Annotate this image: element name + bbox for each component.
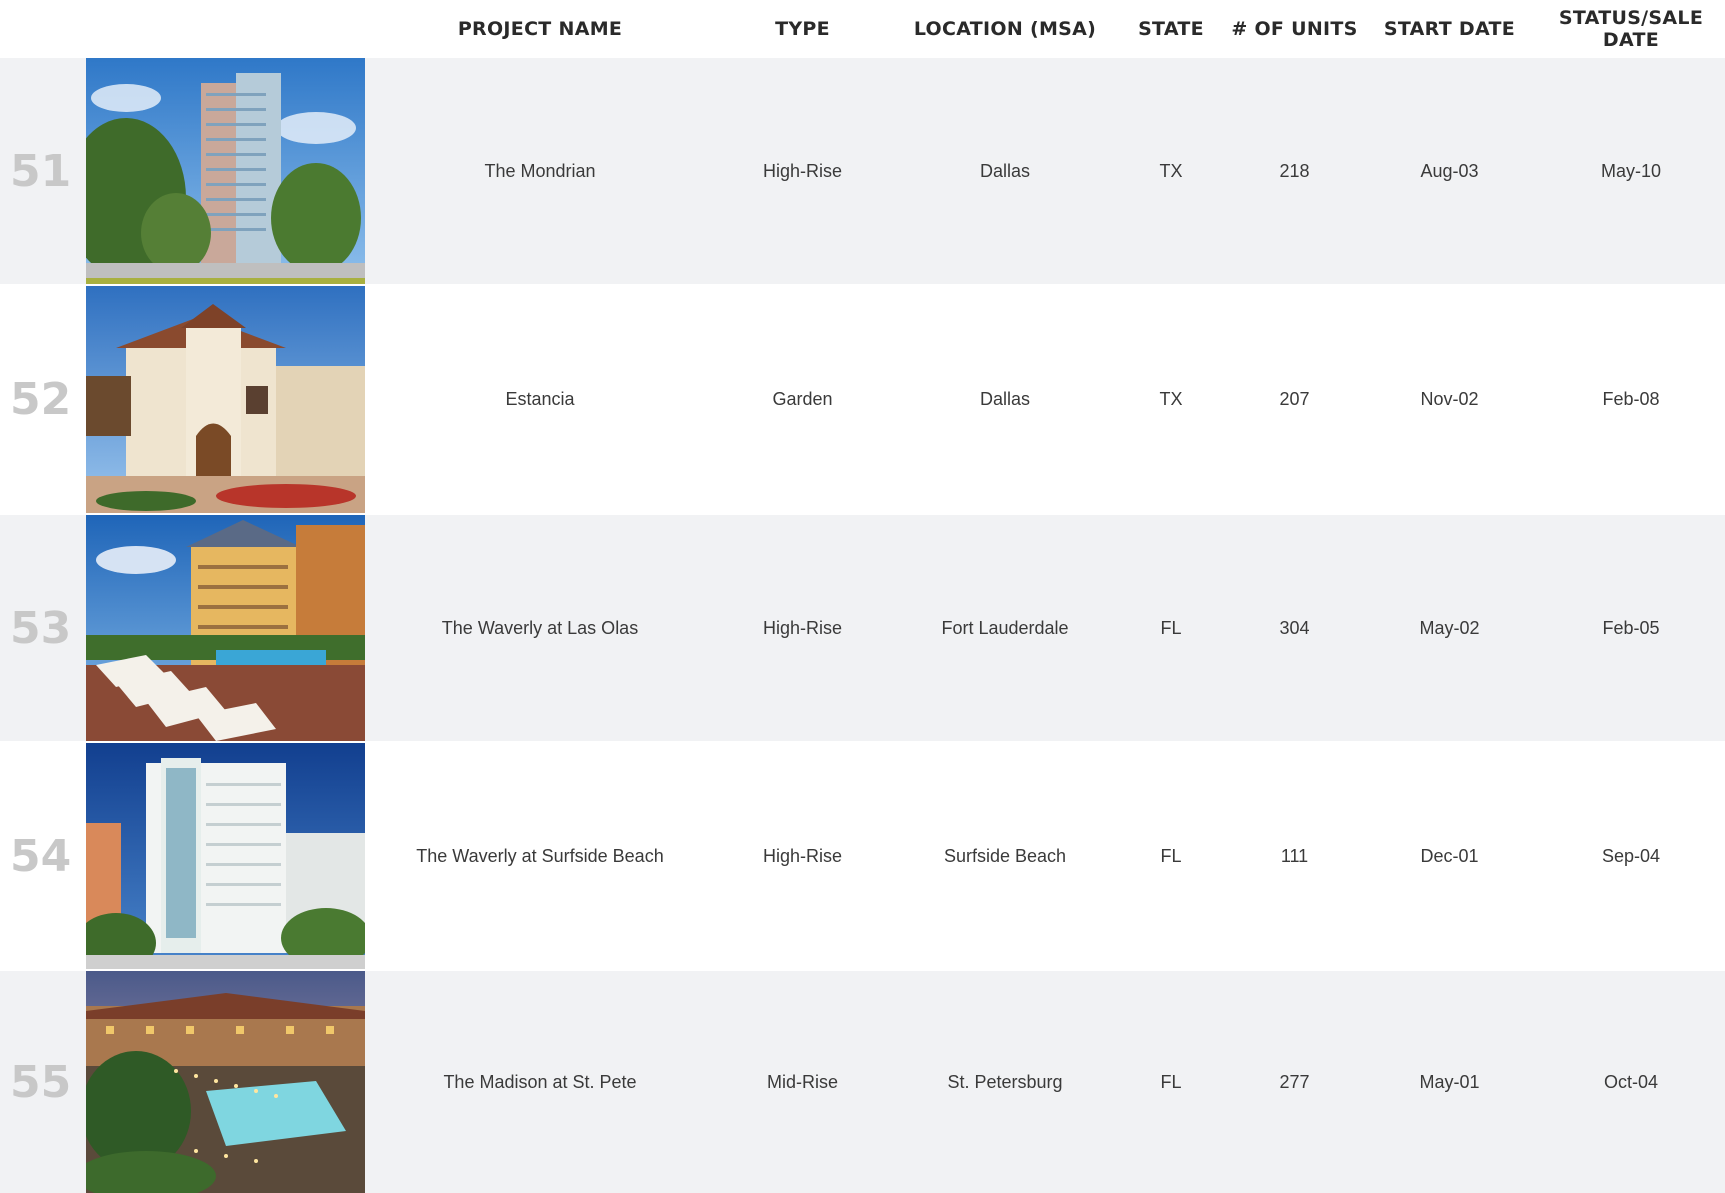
pool-deck-photo xyxy=(86,515,365,741)
project-units: 277 xyxy=(1279,1071,1310,1092)
project-name: The Mondrian xyxy=(484,160,596,181)
project-start-date: Dec-01 xyxy=(1420,845,1479,866)
project-units: 218 xyxy=(1279,160,1310,181)
project-start-date: May-02 xyxy=(1419,617,1480,638)
header-location: LOCATION (MSA) xyxy=(913,18,1097,40)
header-start-date: START DATE xyxy=(1383,18,1516,40)
project-state: TX xyxy=(1159,160,1183,181)
row-number: 55 xyxy=(10,1056,72,1108)
project-start-date: Nov-02 xyxy=(1420,389,1479,409)
high-rise-tower-photo xyxy=(86,58,365,284)
project-type: High-Rise xyxy=(762,845,843,866)
table-row: 55 The Madison at St. Pete Mid-Rise St. … xyxy=(0,971,1725,1193)
row-number: 54 xyxy=(10,830,72,882)
header-project-name: PROJECT NAME xyxy=(457,18,623,40)
spanish-villa-photo xyxy=(86,286,365,513)
project-state: FL xyxy=(1160,1071,1182,1092)
project-status-date: Feb-08 xyxy=(1602,389,1660,409)
project-location: Dallas xyxy=(979,389,1031,409)
project-units: 207 xyxy=(1279,389,1310,409)
header-state: STATE xyxy=(1138,18,1204,40)
table-header: PROJECT NAME TYPE LOCATION (MSA) STATE #… xyxy=(0,0,1725,58)
header-type: TYPE xyxy=(775,18,830,40)
project-status-date: May-10 xyxy=(1600,160,1662,181)
row-number: 52 xyxy=(10,374,72,425)
project-location: Fort Lauderdale xyxy=(941,617,1069,638)
project-status-date: Sep-04 xyxy=(1601,845,1661,866)
project-state: FL xyxy=(1160,617,1182,638)
header-units: # OF UNITS xyxy=(1231,18,1358,40)
projects-table: PROJECT NAME TYPE LOCATION (MSA) STATE #… xyxy=(0,0,1725,1193)
project-name: Estancia xyxy=(505,389,575,409)
row-number: 53 xyxy=(10,602,72,654)
project-state: TX xyxy=(1159,389,1183,409)
project-start-date: May-01 xyxy=(1419,1071,1480,1092)
table-row: 54 The Waverly at Surfside Beach High-Ri… xyxy=(0,743,1725,969)
project-name: The Waverly at Las Olas xyxy=(441,617,639,638)
courtyard-pool-photo xyxy=(86,971,365,1193)
project-type: High-Rise xyxy=(762,160,843,181)
project-location: Surfside Beach xyxy=(943,845,1067,866)
project-type: Mid-Rise xyxy=(766,1071,838,1092)
table-row: 51 The Mondrian High-Rise Dallas TX 218 … xyxy=(0,58,1725,284)
project-name: The Madison at St. Pete xyxy=(443,1071,637,1092)
project-start-date: Aug-03 xyxy=(1420,160,1479,181)
table-row: 53 The Waverly at Las Olas High-Rise For… xyxy=(0,515,1725,741)
project-type: Garden xyxy=(772,389,833,409)
header-status-sale-date: STATUS/SALE DATE xyxy=(1558,7,1704,51)
project-type: High-Rise xyxy=(762,617,843,638)
project-state: FL xyxy=(1160,845,1182,866)
white-tower-photo xyxy=(86,743,365,969)
project-status-date: Oct-04 xyxy=(1603,1071,1659,1092)
project-location: St. Petersburg xyxy=(947,1071,1063,1092)
project-location: Dallas xyxy=(979,160,1031,181)
table-row: 52 Estancia Garden Dallas TX 207 Nov-02 … xyxy=(0,286,1725,513)
project-name: The Waverly at Surfside Beach xyxy=(416,845,664,866)
project-units: 111 xyxy=(1280,845,1309,866)
project-status-date: Feb-05 xyxy=(1602,617,1660,638)
row-number: 51 xyxy=(10,145,72,197)
project-units: 304 xyxy=(1279,617,1310,638)
